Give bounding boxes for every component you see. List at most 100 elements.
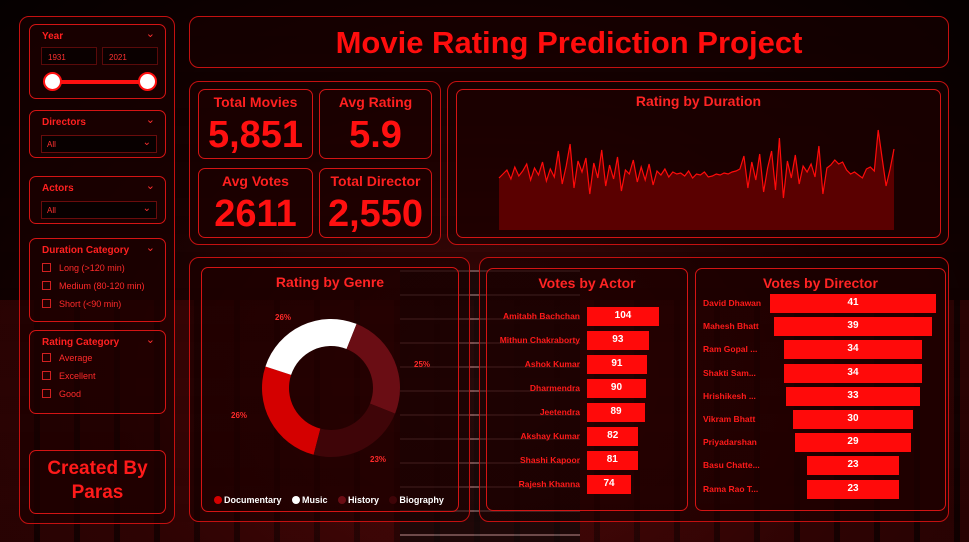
bar-category-label: Vikram Bhatt	[703, 414, 756, 424]
checkbox-short[interactable]: Short (<90 min)	[42, 299, 121, 309]
duration-slicer-title: Duration Category	[42, 245, 130, 256]
bar-category-label: David Dhawan	[703, 298, 762, 308]
checkbox-icon[interactable]	[42, 353, 51, 362]
donut-slice[interactable]	[346, 323, 400, 414]
bar-category-label: Shashi Kapoor	[520, 455, 580, 465]
directors-slicer: Directors ⌄ All ⌄	[29, 110, 166, 158]
checkbox-icon[interactable]	[42, 299, 51, 308]
donut-slice[interactable]	[262, 366, 321, 455]
year-slicer: Year ⌄ 1931 2021	[29, 24, 166, 99]
checkbox-icon[interactable]	[42, 371, 51, 380]
kpi-label: Total Director	[330, 173, 421, 189]
bar-value-label: 23	[847, 482, 859, 494]
year-from-input[interactable]: 1931	[41, 47, 97, 65]
kpi-value: 5.9	[349, 114, 402, 156]
bar-value-label: 34	[847, 366, 859, 378]
title-bar: Movie Rating Prediction Project	[189, 16, 949, 68]
bar-category-label: Ashok Kumar	[524, 359, 580, 369]
chart-title: Votes by Actor	[538, 275, 636, 291]
year-slider-start-handle[interactable]	[43, 72, 62, 91]
legend-swatch	[337, 496, 346, 504]
donut-data-label: 26%	[231, 411, 247, 420]
actors-dropdown[interactable]: All ⌄	[41, 201, 157, 219]
duration-category-slicer: Duration Category ⌄ Long (>120 min) Medi…	[29, 238, 166, 322]
chevron-down-icon[interactable]: ⌄	[146, 27, 155, 40]
checkbox-icon[interactable]	[42, 389, 51, 398]
bar-category-label: Ram Gopal ...	[703, 344, 758, 355]
directors-dropdown-value: All	[47, 140, 56, 149]
kpi-value: 2,550	[327, 193, 424, 235]
genre-donut-chart: 26% 26% 25% 23%	[231, 313, 430, 464]
bar-category-label: Rajesh Khanna	[518, 479, 580, 489]
bar-value-label: 23	[847, 459, 859, 471]
kpi-card-avg-rating: Avg Rating 5.9	[319, 89, 432, 159]
bar-value-label: 29	[847, 436, 859, 448]
credit-text: Created By Paras	[47, 458, 148, 503]
actors-dropdown-value: All	[47, 206, 56, 215]
actors-slicer: Actors ⌄ All ⌄	[29, 176, 166, 224]
kpi-label: Avg Votes	[222, 173, 289, 189]
directors-dropdown[interactable]: All ⌄	[41, 135, 157, 153]
bar-value-label: 90	[610, 382, 623, 393]
chevron-down-icon[interactable]: ⌄	[146, 333, 155, 346]
kpi-label: Avg Rating	[338, 94, 413, 110]
legend-label: Documentary	[224, 495, 282, 505]
bar-category-label: Amitabh Bachchan	[503, 311, 580, 321]
checkbox-average[interactable]: Average	[42, 353, 92, 363]
votes-by-actor-chart: Votes by Actor Amitabh Bachchan 104 Mithun…	[486, 268, 688, 511]
legend-item: Music	[291, 495, 328, 505]
bar-value-label: 33	[847, 389, 859, 401]
actors-slicer-title: Actors	[42, 183, 74, 194]
checkbox-label: Average	[59, 353, 93, 363]
bar-value-label: 39	[847, 320, 859, 332]
kpi-value: 5,851	[207, 114, 304, 156]
checkbox-label: Excellent	[59, 371, 96, 381]
year-to-input[interactable]: 2021	[102, 47, 158, 65]
rating-slicer-title: Rating Category	[42, 337, 120, 348]
votes-by-director-chart: Votes by Director David Dhawan 41 Mahesh B…	[695, 268, 946, 511]
genre-legend: Documentary Music History Biography	[214, 490, 454, 508]
duration-area-chart	[498, 129, 895, 230]
kpi-card-avg-votes: Avg Votes 2611	[198, 168, 313, 238]
legend-item: Biography	[389, 495, 444, 505]
donut-slice[interactable]	[265, 319, 357, 375]
bar-category-label: Dharmendra	[529, 383, 580, 393]
bar-value-label: 30	[847, 413, 859, 424]
checkbox-excellent[interactable]: Excellent	[42, 371, 96, 381]
legend-label: History	[347, 495, 379, 505]
checkbox-long[interactable]: Long (>120 min)	[42, 263, 125, 273]
bar-value-label: 91	[611, 358, 623, 369]
checkbox-icon[interactable]	[42, 281, 51, 290]
checkbox-medium[interactable]: Medium (80-120 min)	[42, 281, 145, 291]
bar-category-label: Mahesh Bhatt	[703, 321, 759, 332]
kpi-card-total-movies: Total Movies 5,851	[198, 89, 313, 159]
bar-value-label: 82	[607, 430, 619, 441]
bar-category-label: Priyadarshan	[703, 437, 757, 448]
chevron-down-icon[interactable]: ⌄	[146, 179, 155, 192]
kpi-value: 2611	[214, 193, 297, 235]
legend-swatch	[389, 496, 398, 504]
donut-data-label: 23%	[370, 455, 386, 464]
checkbox-icon[interactable]	[42, 263, 51, 272]
bar-value-label: 81	[606, 454, 618, 465]
checkbox-label: Medium (80-120 min)	[59, 281, 145, 291]
rating-category-slicer: Rating Category ⌄ Average Excellent Good	[29, 330, 166, 414]
checkbox-good[interactable]: Good	[42, 389, 81, 399]
year-slider-end-handle[interactable]	[138, 72, 157, 91]
legend-label: Music	[301, 495, 328, 505]
chevron-down-icon[interactable]: ⌄	[146, 113, 155, 126]
kpi-label: Total Movies	[213, 94, 298, 110]
bar-category-label: Rama Rao T...	[703, 483, 759, 494]
bar-category-label: Shakti Sam...	[703, 367, 756, 378]
chart-title: Votes by Director	[763, 275, 878, 291]
rating-by-genre-chart: Rating by Genre 26% 26% 25% 23% Documentary…	[201, 267, 459, 512]
rating-by-duration-chart: Rating by Duration	[456, 89, 941, 238]
chevron-down-icon[interactable]: ⌄	[146, 241, 155, 254]
bar-value-label: 74	[603, 478, 615, 489]
year-slider-track[interactable]	[52, 80, 148, 84]
legend-swatch	[214, 496, 222, 504]
donut-slice[interactable]	[313, 403, 396, 457]
chevron-down-icon: ⌄	[142, 137, 151, 148]
checkbox-label: Good	[59, 389, 82, 399]
donut-data-label: 25%	[414, 360, 430, 369]
